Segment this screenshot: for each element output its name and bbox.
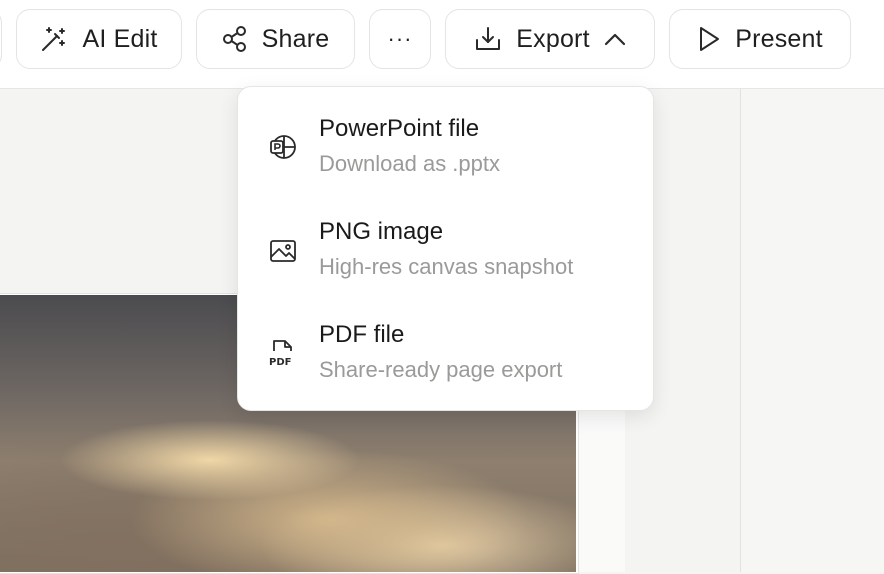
- image-icon: [270, 240, 296, 262]
- png-subtitle: High-res canvas snapshot: [319, 254, 574, 279]
- export-png-item[interactable]: PNG image High-res canvas snapshot: [238, 190, 653, 293]
- toolbar-button-partial[interactable]: [0, 9, 2, 69]
- ai-edit-button[interactable]: AI Edit: [16, 9, 182, 69]
- export-dropdown-menu: PowerPoint file Download as .pptx PNG im…: [237, 86, 654, 411]
- export-label: Export: [516, 24, 590, 53]
- share-button[interactable]: Share: [196, 9, 355, 69]
- play-icon: [700, 27, 720, 51]
- svg-text:PDF: PDF: [269, 357, 291, 368]
- export-pdf-item[interactable]: PDF PDF file Share-ready page export: [238, 293, 653, 396]
- pdf-title: PDF file: [319, 321, 405, 348]
- right-side-panel: [740, 89, 884, 572]
- ai-edit-label: AI Edit: [82, 24, 158, 53]
- png-title: PNG image: [319, 218, 444, 245]
- powerpoint-subtitle: Download as .pptx: [319, 151, 500, 176]
- share-icon: [222, 26, 246, 52]
- pdf-subtitle: Share-ready page export: [319, 357, 563, 382]
- download-tray-icon: [476, 27, 501, 50]
- export-powerpoint-item[interactable]: PowerPoint file Download as .pptx: [238, 87, 653, 190]
- powerpoint-title: PowerPoint file: [319, 115, 480, 142]
- present-label: Present: [735, 24, 823, 53]
- powerpoint-icon: [270, 135, 296, 159]
- more-options-button[interactable]: ···: [369, 9, 431, 69]
- chevron-up-icon: [604, 33, 625, 46]
- share-label: Share: [261, 24, 330, 53]
- present-button[interactable]: Present: [669, 9, 851, 69]
- pdf-file-icon: PDF: [269, 340, 292, 368]
- export-button[interactable]: Export: [445, 9, 655, 69]
- magic-wand-icon: [42, 27, 66, 51]
- more-label: ···: [387, 26, 413, 51]
- top-toolbar: AI Edit Share ··· Export Present: [0, 0, 884, 89]
